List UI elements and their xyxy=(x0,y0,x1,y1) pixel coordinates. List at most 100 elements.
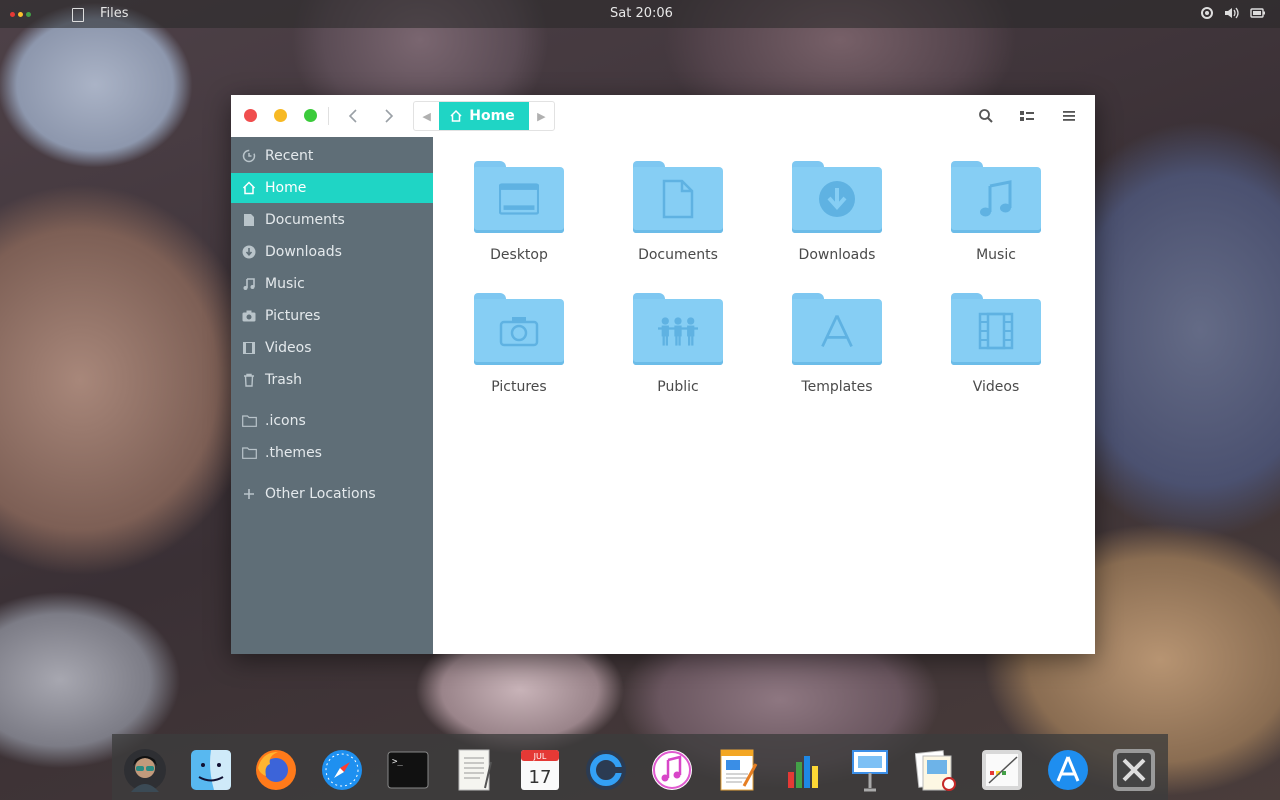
dock-numbers[interactable] xyxy=(781,747,827,793)
sidebar-item-label: Videos xyxy=(265,340,312,356)
maximize-button[interactable] xyxy=(304,109,317,122)
sidebar-item-pictures[interactable]: Pictures xyxy=(231,301,433,331)
music-icon xyxy=(976,179,1016,219)
dock-text-editor[interactable] xyxy=(451,747,497,793)
dock-firefox[interactable] xyxy=(253,747,299,793)
sidebar-item-label: Home xyxy=(265,180,307,196)
folder-public[interactable]: Public xyxy=(618,293,738,413)
tools-icon xyxy=(1113,749,1155,791)
sidebar-item-icons[interactable]: .icons xyxy=(231,406,433,436)
dock-pages[interactable] xyxy=(715,747,761,793)
recent-icon xyxy=(241,148,257,164)
dock-finder[interactable] xyxy=(188,747,234,793)
sidebar-item-label: .themes xyxy=(265,445,322,461)
document-icon xyxy=(658,179,698,219)
sidebar-item-themes[interactable]: .themes xyxy=(231,438,433,468)
header-bar: ◀ Home ▶ xyxy=(231,95,1095,137)
sidebar-item-videos[interactable]: Videos xyxy=(231,333,433,363)
sidebar-item-label: Music xyxy=(265,276,305,292)
app-store-icon xyxy=(1048,750,1088,790)
close-button[interactable] xyxy=(244,109,257,122)
sidebar-item-music[interactable]: Music xyxy=(231,269,433,299)
text-editor-icon xyxy=(458,749,492,791)
list-view-icon xyxy=(1020,111,1034,121)
yellow-dot xyxy=(18,12,23,17)
chevron-left-icon xyxy=(348,109,357,123)
view-toggle-button[interactable] xyxy=(1017,106,1037,126)
folder-videos[interactable]: Videos xyxy=(936,293,1056,413)
sidebar-item-other-locations[interactable]: Other Locations xyxy=(231,479,433,509)
search-button[interactable] xyxy=(976,106,996,126)
dock-itunes[interactable] xyxy=(649,747,695,793)
sidebar-item-trash[interactable]: Trash xyxy=(231,365,433,395)
home-icon xyxy=(241,180,257,196)
dock-avatar[interactable] xyxy=(122,747,168,793)
dock-calendar[interactable]: JUL 17 xyxy=(517,747,563,793)
calendar-icon: JUL 17 xyxy=(521,750,559,790)
download-icon xyxy=(241,244,257,260)
sidebar-item-downloads[interactable]: Downloads xyxy=(231,237,433,267)
folder-label: Public xyxy=(657,379,699,395)
volume-icon[interactable] xyxy=(1224,6,1240,20)
folder-templates[interactable]: Templates xyxy=(777,293,897,413)
svg-text:>_: >_ xyxy=(392,757,403,767)
folder-icon xyxy=(474,161,564,233)
battery-icon[interactable] xyxy=(1250,6,1266,20)
folder-label: Desktop xyxy=(490,247,548,263)
music-icon xyxy=(241,276,257,292)
back-button[interactable] xyxy=(341,104,365,128)
folder-icon xyxy=(951,293,1041,365)
header-separator xyxy=(328,107,329,125)
dock-system-tools[interactable] xyxy=(1111,747,1157,793)
menu-button[interactable] xyxy=(1059,106,1079,126)
breadcrumb: ◀ Home ▶ xyxy=(413,101,555,131)
folder-desktop[interactable]: Desktop xyxy=(459,161,579,281)
dock-notes[interactable] xyxy=(979,747,1025,793)
people-icon xyxy=(658,311,698,351)
folder-music[interactable]: Music xyxy=(936,161,1056,281)
keynote-icon xyxy=(852,750,888,792)
dock-keynote[interactable] xyxy=(847,747,893,793)
finder-icon xyxy=(191,750,231,790)
dock: >_ JUL 17 xyxy=(112,734,1168,800)
folder-label: Music xyxy=(976,247,1016,263)
breadcrumb-left-arrow[interactable]: ◀ xyxy=(414,102,439,130)
folder-label: Templates xyxy=(801,379,873,395)
breadcrumb-right-arrow[interactable]: ▶ xyxy=(529,102,554,130)
dock-app-store[interactable] xyxy=(1045,747,1091,793)
sidebar-item-documents[interactable]: Documents xyxy=(231,205,433,235)
sidebar-item-home[interactable]: Home xyxy=(231,173,433,203)
breadcrumb-home[interactable]: Home xyxy=(439,102,529,130)
folder-icon xyxy=(241,413,257,429)
sidebar-item-recent[interactable]: Recent xyxy=(231,141,433,171)
avatar-icon xyxy=(124,749,166,792)
dock-browser[interactable] xyxy=(583,747,629,793)
calendar-day: 17 xyxy=(529,767,552,788)
sidebar-item-label: Documents xyxy=(265,212,345,228)
activities-button[interactable] xyxy=(10,12,31,17)
sidebar-item-label: Recent xyxy=(265,148,314,164)
dock-preview[interactable] xyxy=(913,747,959,793)
compass-icon xyxy=(322,750,362,790)
forward-button[interactable] xyxy=(377,104,401,128)
clock[interactable]: Sat 20:06 xyxy=(610,6,673,21)
search-icon xyxy=(979,109,993,123)
camera-icon xyxy=(241,308,257,324)
folder-icon xyxy=(474,293,564,365)
app-menu-label[interactable]: Files xyxy=(100,6,129,21)
dock-safari[interactable] xyxy=(319,747,365,793)
folder-icon xyxy=(792,161,882,233)
document-icon xyxy=(241,212,257,228)
network-icon[interactable] xyxy=(1200,6,1214,20)
folder-pictures[interactable]: Pictures xyxy=(459,293,579,413)
folder-documents[interactable]: Documents xyxy=(618,161,738,281)
dock-terminal[interactable]: >_ xyxy=(385,747,431,793)
system-tray[interactable] xyxy=(1200,6,1266,20)
breadcrumb-label: Home xyxy=(469,108,515,124)
chevron-right-icon xyxy=(385,109,394,123)
firefox-icon xyxy=(256,750,296,790)
folder-downloads[interactable]: Downloads xyxy=(777,161,897,281)
minimize-button[interactable] xyxy=(274,109,287,122)
plus-icon xyxy=(241,486,257,502)
hamburger-icon xyxy=(1063,111,1075,121)
